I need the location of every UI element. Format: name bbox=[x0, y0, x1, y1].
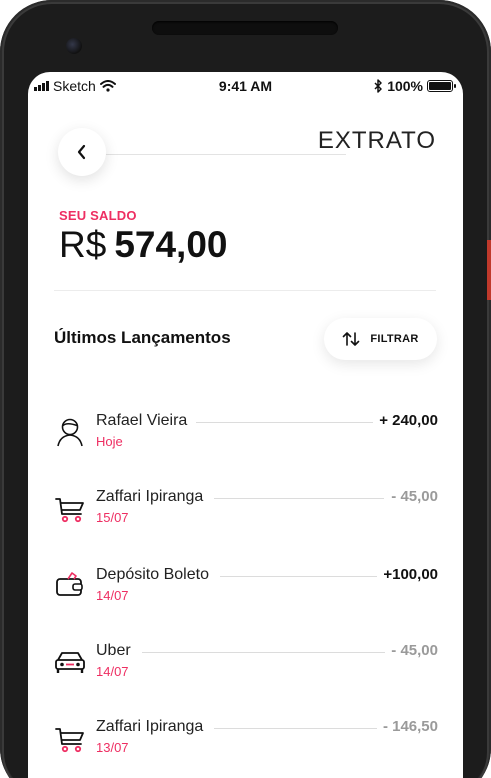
transaction-row[interactable]: Depósito Boleto 14/07 +100,00 bbox=[54, 566, 438, 614]
transaction-row[interactable]: Zaffari Ipiranga 13/07 - 146,50 bbox=[54, 718, 438, 766]
balance-currency: R$ bbox=[59, 224, 107, 265]
transaction-date: Hoje bbox=[96, 434, 123, 449]
transaction-row[interactable]: Zaffari Ipiranga 15/07 - 45,00 bbox=[54, 488, 438, 536]
battery-icon bbox=[427, 80, 456, 92]
filter-button[interactable]: FILTRAR bbox=[324, 318, 437, 360]
transaction-amount: - 45,00 bbox=[385, 488, 438, 505]
transaction-amount: + 240,00 bbox=[373, 412, 438, 429]
bluetooth-icon bbox=[374, 79, 382, 93]
header-divider bbox=[106, 154, 346, 155]
status-bar: Sketch 9:41 AM 100% bbox=[28, 72, 463, 100]
cart-icon bbox=[55, 728, 84, 753]
chevron-left-icon bbox=[77, 144, 86, 160]
earpiece-speaker bbox=[152, 21, 338, 35]
balance-label: SEU SALDO bbox=[59, 208, 137, 223]
transaction-date: 14/07 bbox=[96, 588, 129, 603]
row-leader-line bbox=[196, 422, 374, 423]
transaction-name: Uber bbox=[96, 642, 139, 660]
row-leader-line bbox=[214, 498, 384, 499]
wallet-icon bbox=[56, 572, 83, 596]
transaction-date: 14/07 bbox=[96, 664, 129, 679]
sort-arrows-icon bbox=[343, 332, 360, 346]
transaction-amount: - 45,00 bbox=[385, 642, 438, 659]
section-divider bbox=[54, 290, 436, 291]
person-icon bbox=[57, 418, 83, 447]
transaction-row[interactable]: Rafael Vieira Hoje + 240,00 bbox=[54, 412, 438, 460]
page-title: EXTRATO bbox=[317, 127, 436, 154]
front-camera bbox=[66, 38, 82, 54]
transaction-date: 15/07 bbox=[96, 510, 129, 525]
row-leader-line bbox=[142, 652, 402, 653]
transaction-amount: - 146,50 bbox=[376, 718, 438, 735]
back-button[interactable] bbox=[58, 128, 106, 176]
section-title: Últimos Lançamentos bbox=[54, 328, 231, 347]
row-leader-line bbox=[220, 576, 390, 577]
transaction-name: Rafael Vieira bbox=[96, 412, 196, 430]
battery-percent: 100% bbox=[387, 78, 423, 94]
side-button bbox=[487, 240, 491, 300]
phone-frame: Sketch 9:41 AM 100% EXTRATO SEU SALDO R$… bbox=[0, 0, 491, 778]
app-screen: Sketch 9:41 AM 100% EXTRATO SEU SALDO R$… bbox=[28, 72, 463, 778]
filter-label: FILTRAR bbox=[370, 333, 419, 345]
transaction-name: Zaffari Ipiranga bbox=[96, 488, 212, 506]
transaction-name: Zaffari Ipiranga bbox=[96, 718, 212, 736]
balance-value: 574,00 bbox=[114, 224, 228, 265]
transaction-date: 13/07 bbox=[96, 740, 129, 755]
transaction-row[interactable]: Uber 14/07 - 45,00 bbox=[54, 642, 438, 690]
car-icon bbox=[55, 652, 85, 673]
balance-amount: R$ 574,00 bbox=[59, 224, 227, 266]
row-leader-line bbox=[214, 728, 384, 729]
transaction-name: Depósito Boleto bbox=[96, 566, 217, 584]
transaction-amount: +100,00 bbox=[377, 566, 438, 583]
cart-icon bbox=[55, 498, 84, 523]
